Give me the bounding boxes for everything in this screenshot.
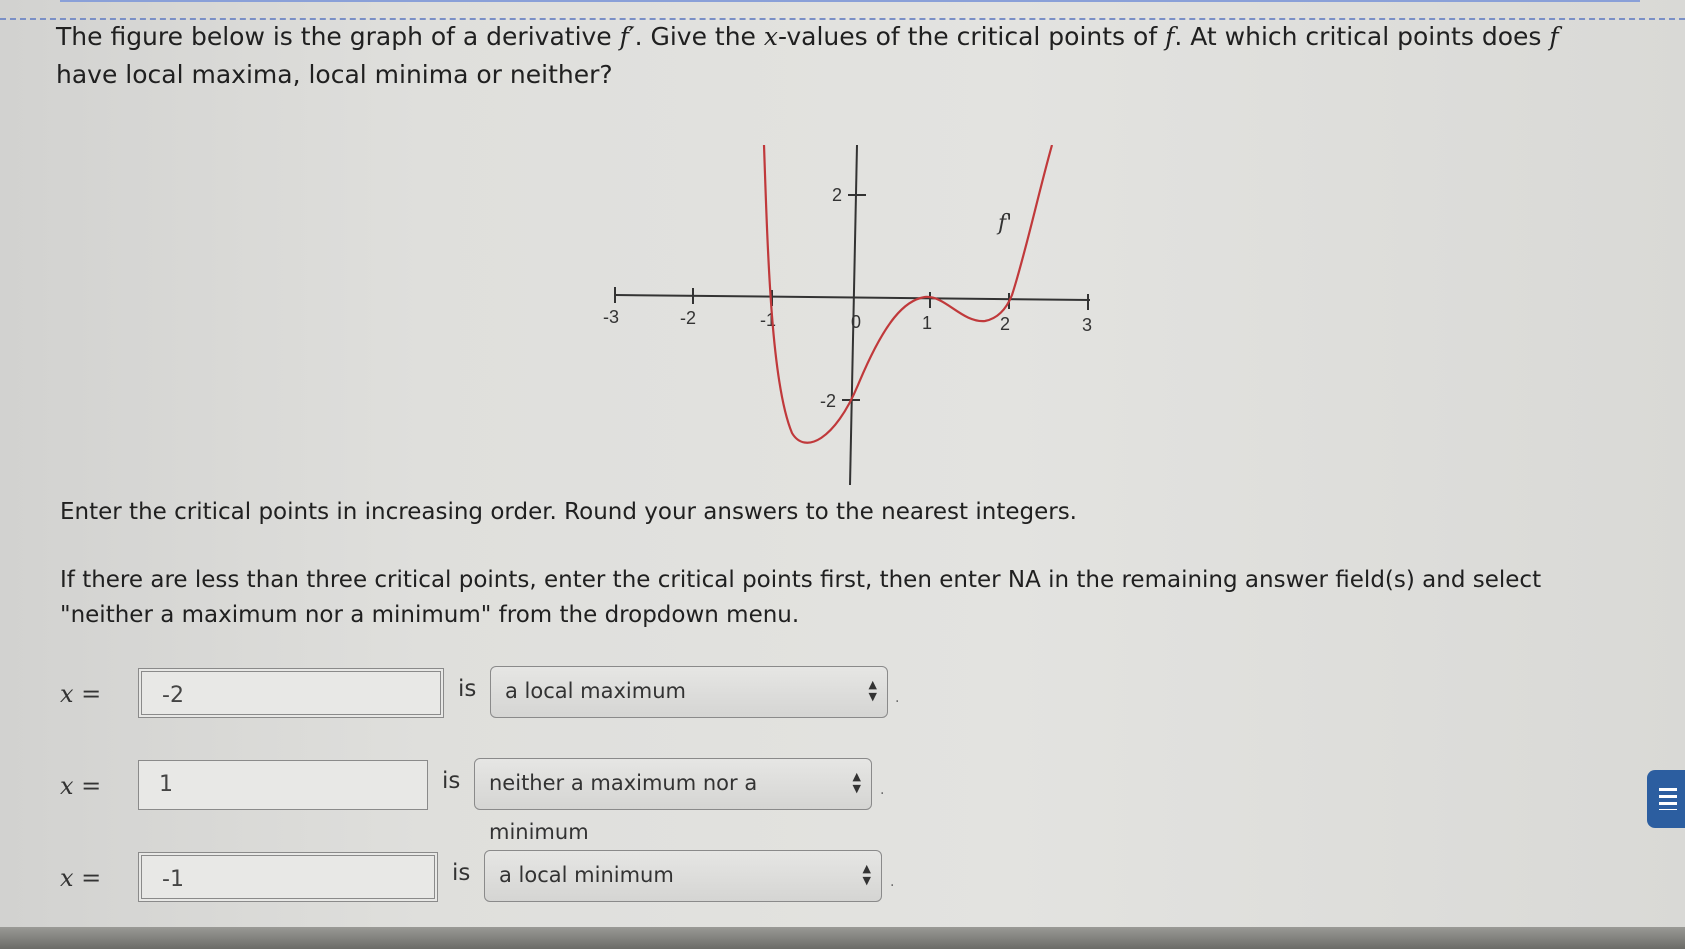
is-label: is	[452, 860, 471, 886]
top-line	[60, 0, 1640, 2]
period: .	[890, 874, 895, 890]
f-symbol-2: f	[1549, 22, 1559, 51]
is-label: is	[458, 676, 477, 702]
curve-label: f'	[996, 211, 1012, 236]
period: .	[880, 782, 885, 798]
x-tick-label: -3	[603, 307, 619, 327]
critical-point-input-3[interactable]: -1	[138, 852, 438, 902]
classification-select-3[interactable]: a local minimum ▲ ▼	[484, 850, 882, 902]
answer-row-2: x = 1 is neither a maximum nor a minimum…	[60, 758, 900, 844]
updown-arrows-icon: ▲ ▼	[868, 678, 877, 703]
y-tick-label: -2	[820, 391, 836, 411]
classification-select-2[interactable]: neither a maximum nor a minimum ▲ ▼	[474, 758, 872, 844]
period: .	[895, 690, 900, 706]
x-equals-label: x =	[60, 864, 102, 892]
side-menu-tab[interactable]	[1647, 770, 1685, 828]
x-tick-label: 2	[1000, 314, 1010, 334]
x-equals-label: x =	[60, 772, 102, 800]
list-icon	[1659, 788, 1677, 810]
instruction-text-2: If there are less than three critical po…	[60, 567, 1542, 628]
instruction-text: Enter the critical points in increasing …	[60, 499, 1077, 525]
x-equals-label: x =	[60, 680, 102, 708]
x-tick-label: -2	[680, 308, 696, 328]
question-text: The figure below is the graph of a deriv…	[56, 22, 1559, 89]
is-label: is	[442, 768, 461, 794]
page-border	[0, 0, 1685, 20]
updown-arrows-icon: ▲ ▼	[852, 770, 861, 795]
fprime-symbol: f′	[619, 22, 635, 51]
critical-point-input-2[interactable]: 1	[138, 760, 428, 810]
derivative-graph: -3 -2 -1 0 1 2 3 2 -2 f'	[603, 145, 1092, 485]
y-tick-label: 2	[832, 185, 842, 205]
classification-select-1[interactable]: a local maximum ▲ ▼	[490, 666, 888, 718]
x-symbol: x	[763, 22, 778, 51]
taskbar	[0, 927, 1685, 949]
x-tick-label: 0	[851, 312, 861, 332]
x-tick-label: 3	[1082, 315, 1092, 335]
f-symbol: f	[1165, 22, 1175, 51]
critical-point-input-1[interactable]: -2	[138, 668, 444, 718]
updown-arrows-icon: ▲ ▼	[862, 862, 871, 887]
x-tick-label: 1	[922, 313, 932, 333]
x-axis	[614, 294, 1091, 301]
answer-row-1: x = -2 is a local maximum ▲ ▼ .	[60, 666, 920, 724]
answer-row-3: x = -1 is a local minimum ▲ ▼ .	[60, 850, 910, 908]
